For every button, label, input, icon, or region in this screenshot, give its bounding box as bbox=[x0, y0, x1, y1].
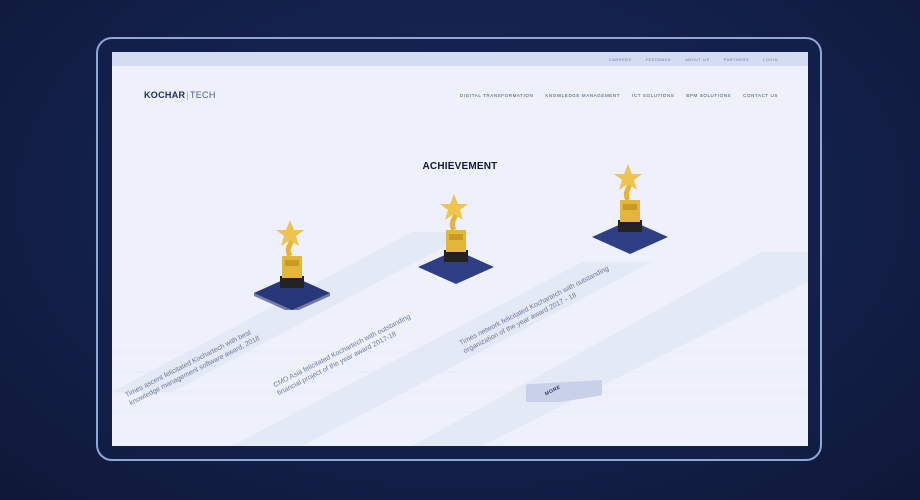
logo-light: TECH bbox=[189, 90, 216, 100]
logo-bold: KOCHAR bbox=[144, 90, 186, 100]
topbar-link-partners[interactable]: PARTNERS bbox=[724, 57, 749, 62]
page-title: ACHIEVEMENT bbox=[422, 161, 498, 172]
trophy-award-2 bbox=[418, 194, 494, 284]
brand-logo[interactable]: KOCHAR|TECH bbox=[144, 90, 216, 100]
nav-item-contact-us[interactable]: CONTACT US bbox=[743, 93, 778, 98]
main-nav: DIGITAL TRANSFORMATION KNOWLEDGE MANAGEM… bbox=[460, 93, 778, 98]
trophy-award-3 bbox=[592, 164, 668, 254]
topbar-link-feedback[interactable]: FEEDBACK bbox=[646, 57, 672, 62]
topbar-link-careers[interactable]: CAREERS bbox=[609, 57, 632, 62]
trophy-award-1 bbox=[254, 220, 330, 310]
topbar-link-about[interactable]: ABOUT US bbox=[685, 57, 709, 62]
website-screen: CAREERS FEEDBACK ABOUT US PARTNERS LOGIN… bbox=[112, 52, 808, 446]
topbar-link-login[interactable]: LOGIN bbox=[763, 57, 778, 62]
nav-item-bpm-solutions[interactable]: BPM SOLUTIONS bbox=[686, 93, 731, 98]
more-button-label: MORE bbox=[544, 384, 562, 398]
nav-item-ict-solutions[interactable]: ICT SOLUTIONS bbox=[632, 93, 674, 98]
logo-divider: | bbox=[186, 90, 189, 100]
nav-item-digital-transformation[interactable]: DIGITAL TRANSFORMATION bbox=[460, 93, 533, 98]
nav-item-knowledge-management[interactable]: KNOWLEDGE MANAGEMENT bbox=[545, 93, 620, 98]
top-utility-bar: CAREERS FEEDBACK ABOUT US PARTNERS LOGIN bbox=[112, 52, 808, 66]
